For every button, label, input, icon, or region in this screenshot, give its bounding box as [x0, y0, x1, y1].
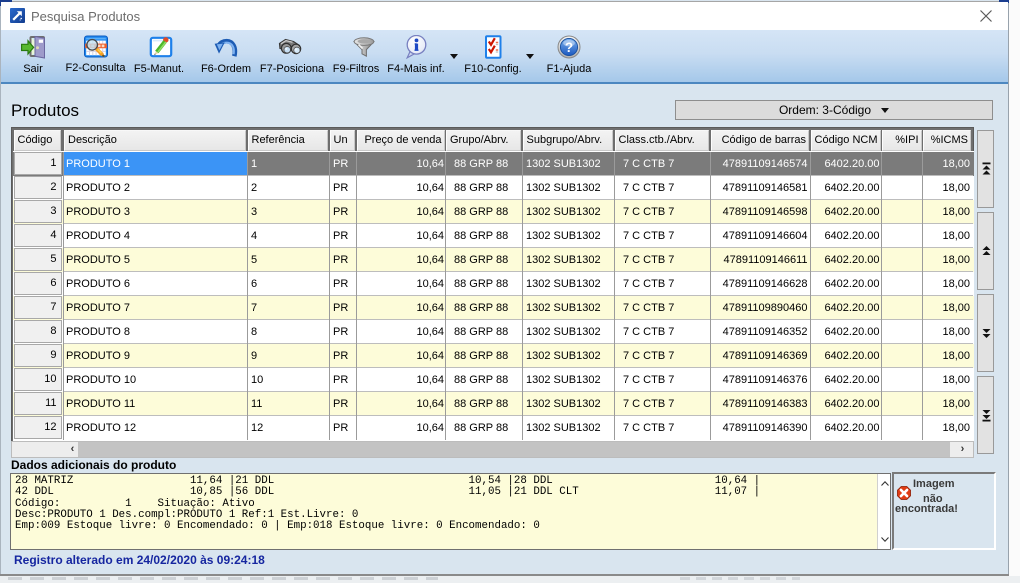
svg-text:?: ?	[565, 40, 573, 55]
